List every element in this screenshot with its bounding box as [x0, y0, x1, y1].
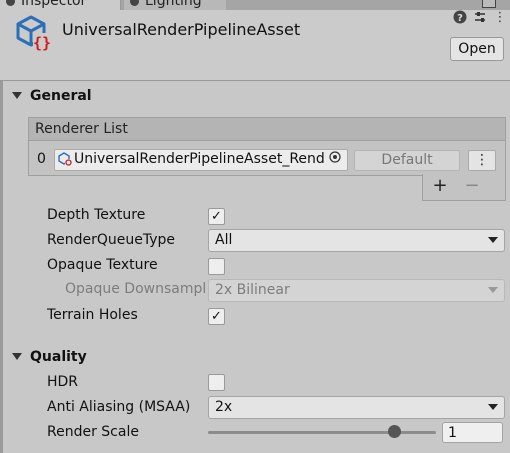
open-button[interactable]: Open [450, 37, 504, 61]
anti-aliasing-dropdown[interactable]: 2x [208, 396, 505, 419]
tab-inspector[interactable]: Inspector [0, 0, 121, 10]
list-item-index: 0 [37, 151, 46, 167]
asset-title: UniversalRenderPipelineAsset [62, 20, 301, 39]
more-icon[interactable]: ⋮ [468, 150, 496, 171]
render-scale-slider-track[interactable] [208, 431, 436, 434]
render-queue-type-dropdown[interactable]: All [208, 229, 505, 252]
scroll-edge [0, 81, 3, 453]
svg-text:{}: {} [33, 34, 51, 52]
dropdown-arrow-icon [488, 287, 498, 293]
opaque-downsampling-label: Opaque Downsampling [65, 281, 205, 297]
asset-icon: {} [16, 15, 51, 52]
depth-texture-label: Depth Texture [47, 207, 146, 223]
opaque-downsampling-dropdown: 2x Bilinear [208, 279, 505, 302]
object-picker-icon[interactable] [327, 151, 343, 167]
renderer-list-title: Renderer List [35, 121, 128, 137]
preset-icon[interactable] [472, 10, 488, 26]
opaque-texture-label: Opaque Texture [47, 257, 158, 273]
light-icon [130, 0, 139, 6]
foldout-arrow-icon[interactable] [12, 353, 22, 360]
hdr-label: HDR [47, 374, 79, 390]
depth-texture-checkbox[interactable]: ✓ [208, 208, 225, 225]
render-scale-input[interactable]: 1 [442, 422, 503, 443]
settings-icon[interactable]: ⋮ [492, 10, 508, 26]
info-icon [6, 0, 15, 6]
check-icon: ✓ [211, 309, 222, 324]
terrain-holes-checkbox[interactable]: ✓ [208, 308, 225, 325]
tab-lighting[interactable]: Lighting [124, 0, 226, 10]
anti-aliasing-label: Anti Aliasing (MSAA) [47, 399, 191, 415]
render-queue-type-label: RenderQueueType [47, 232, 175, 248]
dropdown-arrow-icon [488, 404, 498, 410]
anti-aliasing-value: 2x [215, 399, 233, 415]
dropdown-arrow-icon [488, 237, 498, 243]
foldout-arrow-icon[interactable] [12, 92, 22, 99]
add-item-button[interactable]: + [430, 176, 450, 196]
section-general[interactable]: General [30, 88, 92, 104]
opaque-downsampling-value: 2x Bilinear [215, 282, 290, 298]
svg-text:?: ? [457, 13, 463, 24]
renderer-asset-icon [58, 152, 72, 166]
lock-icon[interactable] [482, 0, 496, 8]
tab-lighting-label: Lighting [145, 0, 202, 9]
check-icon: ✓ [211, 209, 222, 224]
default-badge[interactable]: Default [354, 150, 460, 171]
opaque-texture-checkbox[interactable] [208, 258, 225, 275]
section-quality[interactable]: Quality [30, 349, 87, 365]
tab-inspector-label: Inspector [21, 0, 87, 9]
renderer-object-value: UniversalRenderPipelineAsset_Renderer [74, 151, 324, 167]
render-scale-label: Render Scale [47, 424, 139, 440]
remove-item-button[interactable]: − [462, 176, 482, 196]
render-queue-type-value: All [215, 232, 233, 248]
hdr-checkbox[interactable] [208, 374, 225, 391]
renderer-list-header: Renderer List [28, 117, 506, 140]
help-icon[interactable]: ? [452, 10, 468, 26]
terrain-holes-label: Terrain Holes [47, 307, 138, 323]
